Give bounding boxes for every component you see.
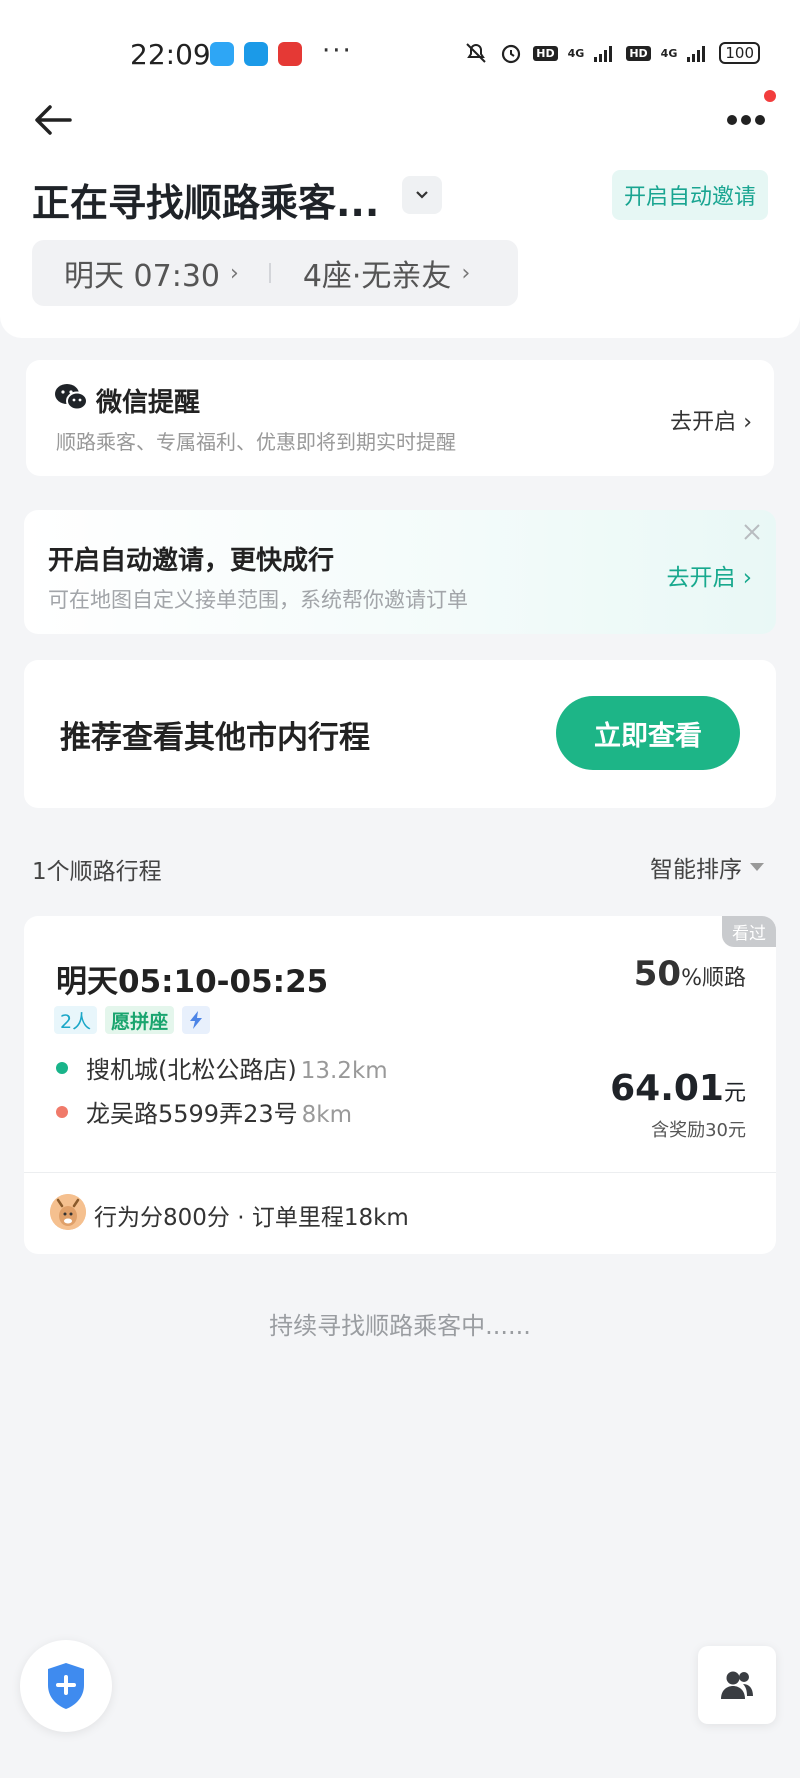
sort-label: 智能排序 (650, 857, 742, 883)
passenger-count-tag: 2人 (54, 1006, 98, 1034)
seen-badge: 看过 (722, 916, 776, 947)
sort-selector[interactable]: 智能排序 (650, 850, 764, 884)
contacts-button[interactable] (698, 1646, 776, 1724)
end-location: 龙吴路5599弄23号 8km (86, 1100, 352, 1128)
network-type: 4G (567, 46, 585, 60)
trip-tags: 2人 愿拼座 (54, 1006, 211, 1034)
trip-time: 明天05:10-05:25 (56, 964, 329, 1000)
chevron-right-icon: › (742, 565, 752, 591)
carpool-tag: 愿拼座 (105, 1006, 175, 1034)
driver-info: 行为分800分 · 订单里程18km (94, 1205, 409, 1231)
route-start: 搜机城(北松公路店) 13.2km (56, 1050, 388, 1085)
wechat-reminder-subtitle: 顺路乘客、专属福利、优惠即将到期实时提醒 (56, 430, 456, 454)
match-unit: %顺路 (681, 966, 746, 991)
trip-time-label: 明天 07:30 (64, 259, 220, 294)
auto-invite-button[interactable]: 开启自动邀请 (611, 170, 768, 220)
trip-time-selector[interactable]: 明天 07:30 › (32, 251, 239, 295)
hd-badge: HD (626, 45, 651, 61)
signal-icon (687, 46, 706, 62)
hd-badge: HD (533, 45, 558, 61)
more-options-icon[interactable] (722, 100, 770, 140)
wechat-enable-label: 去开启 (670, 410, 737, 435)
trip-price: 64.01元 (610, 1068, 746, 1109)
auto-invite-banner[interactable]: 开启自动邀请，更快成行 可在地图自定义接单范围，系统帮你邀请订单 去开启 › (24, 510, 776, 634)
end-dot-icon (56, 1105, 68, 1118)
status-indicators: HD 4G HD 4G 100 (463, 40, 760, 66)
alarm-icon (502, 44, 521, 64)
lightning-icon (182, 1006, 211, 1034)
price-unit: 元 (723, 1081, 746, 1106)
battery-indicator: 100 (719, 42, 760, 64)
page-title: 正在寻找顺路乘客... (32, 181, 380, 225)
status-time: 22:09 (130, 38, 211, 71)
safety-center-button[interactable] (20, 1640, 112, 1732)
back-arrow-icon[interactable] (30, 100, 78, 140)
more-notifications-icon: ··· (322, 36, 353, 66)
recommend-text: 推荐查看其他市内行程 (60, 720, 370, 756)
shield-plus-icon (48, 1663, 84, 1709)
route-match: 50%顺路 (634, 954, 746, 994)
wechat-icon (55, 384, 88, 411)
route-end: 龙吴路5599弄23号 8km (56, 1094, 352, 1129)
auto-invite-enable-link[interactable]: 去开启 › (666, 558, 752, 592)
chevron-right-icon: › (743, 410, 752, 435)
mute-icon (466, 43, 487, 63)
avatar (50, 1194, 86, 1230)
end-distance: 8km (301, 1102, 352, 1128)
signal-icon (594, 46, 613, 62)
auto-invite-subtitle: 可在地图自定义接单范围，系统帮你邀请订单 (48, 588, 468, 612)
bonus-label: 含奖励30元 (651, 1120, 746, 1141)
status-bar: 22:09 ··· HD 4G HD 4G 100 (0, 0, 800, 100)
app-notification-icon (244, 42, 268, 66)
trip-card[interactable]: 看过 明天05:10-05:25 50%顺路 2人 愿拼座 搜机城(北松公路店)… (24, 916, 776, 1254)
chevron-right-icon: › (230, 260, 239, 286)
auto-invite-enable-label: 去开启 (666, 565, 736, 591)
wechat-enable-link[interactable]: 去开启 › (670, 404, 752, 436)
title-dropdown-button[interactable] (402, 176, 442, 214)
view-now-button[interactable]: 立即查看 (556, 696, 740, 770)
start-distance: 13.2km (300, 1058, 388, 1084)
divider (24, 1172, 776, 1173)
notification-dot (764, 90, 776, 102)
start-dot-icon (56, 1061, 68, 1074)
status-app-icons (210, 42, 302, 66)
trip-seats-label: 4座·无亲友 (302, 259, 452, 294)
match-percent: 50 (633, 954, 682, 994)
network-type: 4G (660, 46, 678, 60)
recommend-card: 推荐查看其他市内行程 立即查看 (24, 660, 776, 808)
wechat-reminder-title: 微信提醒 (96, 388, 201, 418)
chevron-down-icon (416, 191, 428, 199)
price-value: 64.01 (610, 1068, 724, 1109)
wechat-reminder-card[interactable]: 微信提醒 顺路乘客、专属福利、优惠即将到期实时提醒 去开启 › (26, 360, 774, 476)
chevron-right-icon: › (461, 260, 471, 286)
trip-seats-selector[interactable]: 4座·无亲友 › (271, 251, 470, 295)
app-notification-icon (278, 42, 302, 66)
searching-status: 持续寻找顺路乘客中...... (269, 1312, 531, 1340)
users-icon (721, 1671, 753, 1699)
auto-invite-title: 开启自动邀请，更快成行 (48, 546, 335, 576)
trip-count-label: 1个顺路行程 (32, 859, 162, 885)
app-notification-icon (210, 42, 234, 66)
close-icon[interactable] (740, 520, 764, 544)
trip-summary-pill: 明天 07:30 › 4座·无亲友 › (32, 240, 518, 306)
start-location: 搜机城(北松公路店) 13.2km (86, 1056, 388, 1084)
caret-down-icon (750, 863, 764, 871)
